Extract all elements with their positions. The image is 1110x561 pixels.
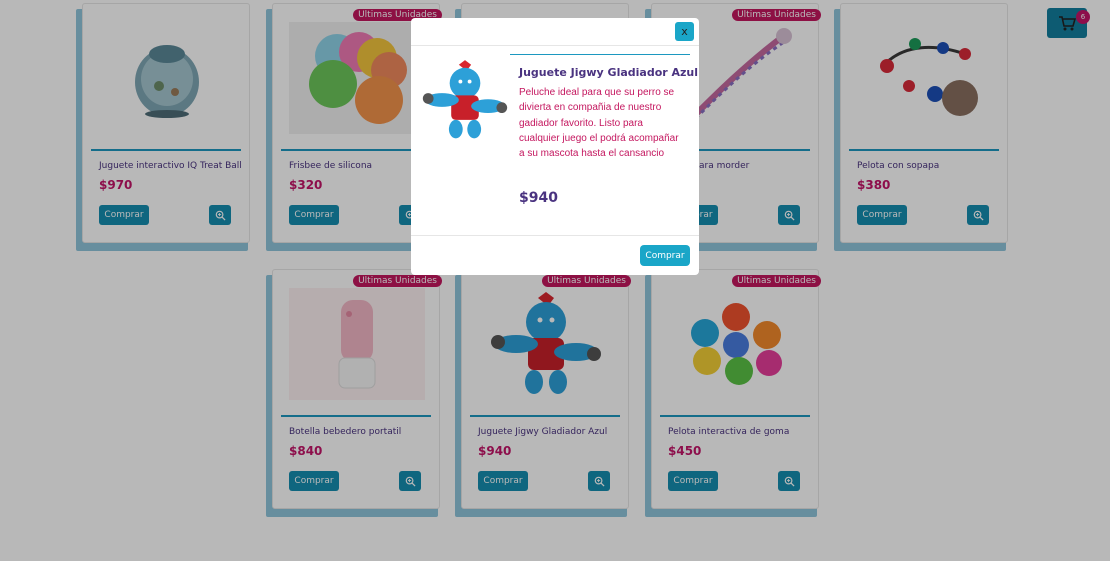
modal-header: x (411, 18, 699, 46)
modal-product-image (419, 58, 511, 142)
modal-title: Juguete Jigwy Gladiador Azul (519, 66, 699, 79)
modal-price: $940 (519, 190, 558, 206)
close-button[interactable]: x (675, 22, 694, 41)
modal-buy-button[interactable]: Comprar (640, 245, 690, 266)
product-modal: x Juguete Jigwy Gladiador Azul Peluche i… (411, 18, 699, 275)
modal-description: Peluche ideal para que su perro se divie… (519, 87, 679, 160)
